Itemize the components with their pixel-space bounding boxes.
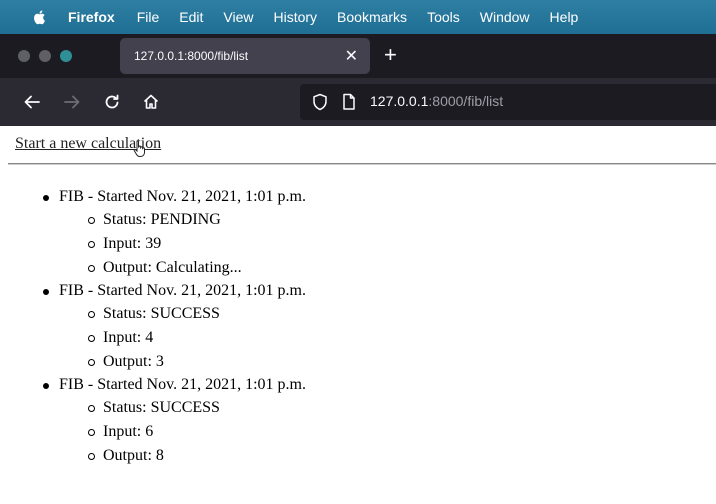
new-tab-icon[interactable]: + [384,42,397,68]
bullet-icon [43,383,49,389]
circle-bullet-icon [88,359,95,366]
hand-cursor-icon [132,139,148,164]
menu-edit[interactable]: Edit [179,9,203,25]
task-output: Output: 3 [59,351,716,375]
home-icon[interactable] [139,90,163,114]
menu-file[interactable]: File [137,9,160,25]
circle-bullet-icon [88,405,95,412]
menu-firefox[interactable]: Firefox [68,9,115,25]
reload-icon[interactable] [100,90,124,114]
task-status-text: Status: PENDING [103,211,221,228]
close-window-button[interactable] [18,50,30,62]
minimize-window-button[interactable] [39,50,51,62]
circle-bullet-icon [88,453,95,460]
task-output: Output: 8 [59,445,716,469]
url-bar[interactable]: 127.0.0.1:8000/fib/list [300,84,716,120]
circle-bullet-icon [88,335,95,342]
task-status: Status: PENDING [59,209,716,233]
task-output-text: Output: Calculating... [103,259,242,276]
tab-title: 127.0.0.1:8000/fib/list [134,49,249,63]
tab-active[interactable]: 127.0.0.1:8000/fib/list ✕ [120,38,370,74]
task-output-text: Output: 8 [103,447,164,464]
shield-icon[interactable] [312,93,328,116]
task-status: Status: SUCCESS [59,303,716,327]
task-input: Input: 39 [59,233,716,257]
forward-arrow-icon[interactable] [60,90,84,114]
task-status: Status: SUCCESS [59,397,716,421]
tab-strip: 127.0.0.1:8000/fib/list ✕ + [0,34,716,78]
menu-history[interactable]: History [273,9,317,25]
back-arrow-icon[interactable] [20,90,44,114]
task-input-text: Input: 39 [103,235,162,252]
url-host: 127.0.0.1 [370,93,429,109]
menu-help[interactable]: Help [550,9,579,25]
task-title: FIB - Started Nov. 21, 2021, 1:01 p.m. [59,376,306,393]
circle-bullet-icon [88,429,95,436]
task-status-text: Status: SUCCESS [103,305,220,322]
url-text: 127.0.0.1:8000/fib/list [370,93,503,109]
page-content: Start a new calculation FIB - Started No… [0,126,716,504]
bullet-icon [43,289,49,295]
circle-bullet-icon [88,265,95,272]
task-output-text: Output: 3 [103,353,164,370]
menu-window[interactable]: Window [480,9,530,25]
tab-close-icon[interactable]: ✕ [345,46,358,66]
task-input: Input: 6 [59,421,716,445]
task-title: FIB - Started Nov. 21, 2021, 1:01 p.m. [59,282,306,299]
task-item: FIB - Started Nov. 21, 2021, 1:01 p.m. S… [0,186,716,280]
task-status-text: Status: SUCCESS [103,399,220,416]
menu-tools[interactable]: Tools [427,9,460,25]
circle-bullet-icon [88,217,95,224]
circle-bullet-icon [88,311,95,318]
task-title: FIB - Started Nov. 21, 2021, 1:01 p.m. [59,188,306,205]
url-path: :8000/fib/list [428,93,504,109]
divider [8,163,716,165]
task-list: FIB - Started Nov. 21, 2021, 1:01 p.m. S… [0,186,716,468]
task-item: FIB - Started Nov. 21, 2021, 1:01 p.m. S… [0,280,716,374]
page-icon[interactable] [342,93,356,116]
apple-logo-icon[interactable] [28,9,50,25]
nav-bar: 127.0.0.1:8000/fib/list [0,78,716,126]
task-item: FIB - Started Nov. 21, 2021, 1:01 p.m. S… [0,374,716,468]
window-controls [18,50,81,62]
zoom-window-button[interactable] [60,50,72,62]
task-input-text: Input: 4 [103,329,154,346]
task-input: Input: 4 [59,327,716,351]
menu-bar: Firefox File Edit View History Bookmarks… [0,0,716,34]
menu-bookmarks[interactable]: Bookmarks [337,9,407,25]
task-input-text: Input: 6 [103,423,154,440]
task-output: Output: Calculating... [59,257,716,281]
circle-bullet-icon [88,241,95,248]
bullet-icon [43,195,49,201]
menu-view[interactable]: View [223,9,253,25]
